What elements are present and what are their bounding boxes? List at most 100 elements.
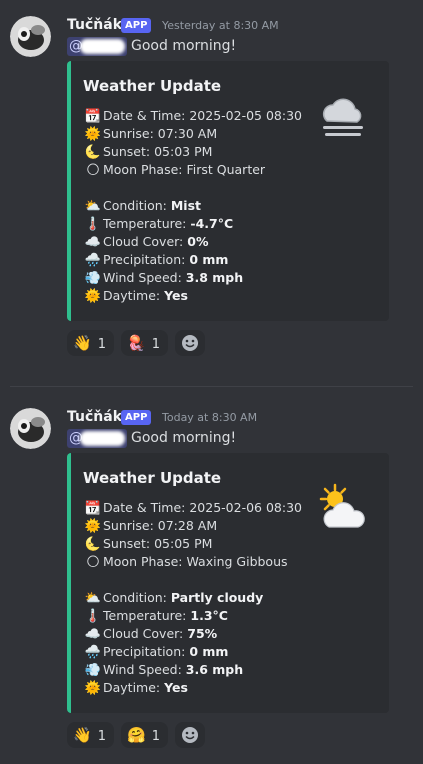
reaction-count: 1: [97, 729, 106, 744]
info-line-temperature: 🌡️ Temperature: -4.7°C: [83, 215, 233, 233]
message-1: Tučňák APP Yesterday at 8:30 AM @ Good m…: [0, 0, 423, 386]
waving-hand-icon: 👋: [73, 334, 92, 352]
line-value: Mist: [170, 198, 201, 213]
author-name[interactable]: Tučňák: [67, 408, 122, 426]
thermometer-icon: 🌡️: [84, 217, 102, 232]
line-label: Date & Time:: [103, 108, 190, 123]
info-line-daytime: 🌞 Daytime: Yes: [83, 679, 188, 697]
line-label: Sunset:: [103, 536, 155, 551]
line-label: Cloud Cover:: [103, 234, 188, 249]
jellyfish-icon: 🪼: [127, 334, 146, 352]
add-reaction-button[interactable]: [175, 330, 205, 356]
line-value: 07:28 AM: [157, 518, 218, 533]
smiley-icon: [182, 727, 198, 743]
sun-icon: 🌞: [84, 289, 102, 304]
info-line-datetime: 📆 Date & Time: 2025-02-05 08:30: [83, 107, 302, 125]
moon-icon: 🌜: [84, 145, 102, 160]
user-mention[interactable]: @: [67, 37, 127, 56]
embed-title: Weather Update: [83, 77, 222, 95]
reaction-count: 1: [97, 337, 106, 352]
redacted-username: [80, 431, 125, 446]
reaction-wave[interactable]: 👋 1: [67, 330, 114, 356]
info-line-datetime: 📆 Date & Time: 2025-02-06 08:30: [83, 499, 302, 517]
line-value: Yes: [164, 680, 188, 695]
thermometer-icon: 🌡️: [84, 609, 102, 624]
info-line-cloud-cover: ☁️ Cloud Cover: 75%: [83, 625, 217, 643]
line-label: Wind Speed:: [103, 662, 186, 677]
sun-icon: 🌞: [84, 681, 102, 696]
line-label: Cloud Cover:: [103, 626, 188, 641]
sun-icon: 🌞: [84, 519, 102, 534]
line-label: Temperature:: [103, 216, 191, 231]
rain-cloud-icon: 🌧️: [84, 645, 102, 660]
avatar[interactable]: [10, 408, 51, 449]
info-line-sunrise: 🌞 Sunrise: 07:28 AM: [83, 517, 217, 535]
line-value: 0 mm: [189, 644, 229, 659]
line-value: 05:03 PM: [154, 144, 213, 159]
moon-icon: 🌜: [84, 537, 102, 552]
sun-icon: 🌞: [84, 127, 102, 142]
rain-cloud-icon: 🌧️: [84, 253, 102, 268]
wind-icon: 💨: [84, 663, 102, 678]
info-line-sunset: 🌜 Sunset: 05:03 PM: [83, 143, 213, 161]
line-label: Wind Speed:: [103, 270, 186, 285]
cloud-icon: ☁️: [84, 235, 102, 250]
info-line-condition: ⛅ Condition: Partly cloudy: [83, 589, 263, 607]
smiley-icon: [182, 335, 198, 351]
line-label: Daytime:: [103, 680, 165, 695]
info-line-precipitation: 🌧️ Precipitation: 0 mm: [83, 251, 229, 269]
line-value: Yes: [164, 288, 188, 303]
reaction-count: 1: [151, 729, 160, 744]
line-value: 3.6 mph: [185, 662, 244, 677]
partly-cloudy-icon: ⛅: [84, 199, 102, 214]
timestamp[interactable]: Today at 8:30 AM: [162, 409, 257, 427]
line-label: Precipitation:: [103, 252, 190, 267]
line-value: -4.7°C: [190, 216, 234, 231]
line-value: 0%: [187, 234, 209, 249]
fog-cloud-icon: [315, 89, 371, 145]
line-label: Moon Phase:: [103, 162, 187, 177]
reaction-wave[interactable]: 👋 1: [67, 722, 114, 748]
full-moon-icon: 🌕: [86, 163, 100, 178]
avatar[interactable]: [10, 16, 51, 57]
partly-cloudy-icon: ⛅: [84, 591, 102, 606]
wind-icon: 💨: [84, 271, 102, 286]
message-text: Good morning!: [131, 38, 237, 54]
line-value: 75%: [187, 626, 218, 641]
info-line-wind-speed: 💨 Wind Speed: 3.8 mph: [83, 269, 243, 287]
app-badge: APP: [121, 18, 152, 33]
full-moon-icon: 🌕: [86, 555, 100, 570]
info-line-moon-phase: 🌕 Moon Phase: First Quarter: [83, 161, 265, 179]
info-line-sunset: 🌜 Sunset: 05:05 PM: [83, 535, 213, 553]
reaction-jellyfish[interactable]: 🪼 1: [121, 330, 168, 356]
app-badge: APP: [121, 410, 152, 425]
weather-embed: Weather Update 📆 Date & Time: 2025-02-06 …: [67, 453, 389, 713]
reaction-count: 1: [151, 337, 160, 352]
cloud-icon: ☁️: [84, 627, 102, 642]
line-label: Sunrise:: [103, 126, 158, 141]
line-label: Precipitation:: [103, 644, 190, 659]
line-label: Sunset:: [103, 144, 155, 159]
add-reaction-button[interactable]: [175, 722, 205, 748]
line-value: 2025-02-06 08:30: [189, 500, 302, 515]
info-line-cloud-cover: ☁️ Cloud Cover: 0%: [83, 233, 209, 251]
calendar-icon: 📆: [84, 109, 102, 124]
reaction-hug[interactable]: 🤗 1: [121, 722, 168, 748]
info-line-precipitation: 🌧️ Precipitation: 0 mm: [83, 643, 229, 661]
line-value: 07:30 AM: [157, 126, 218, 141]
line-label: Condition:: [103, 590, 171, 605]
embed-title: Weather Update: [83, 469, 222, 487]
timestamp[interactable]: Yesterday at 8:30 AM: [162, 17, 279, 35]
day-divider: [10, 386, 413, 387]
weather-embed: Weather Update 📆 Date & Time: 2025-02-05 …: [67, 61, 389, 321]
line-value: Partly cloudy: [170, 590, 264, 605]
redacted-username: [80, 39, 125, 54]
user-mention[interactable]: @: [67, 429, 127, 448]
info-line-sunrise: 🌞 Sunrise: 07:30 AM: [83, 125, 217, 143]
info-line-temperature: 🌡️ Temperature: 1.3°C: [83, 607, 228, 625]
hugging-face-icon: 🤗: [127, 726, 146, 744]
author-name[interactable]: Tučňák: [67, 16, 122, 34]
line-value: 2025-02-05 08:30: [189, 108, 302, 123]
line-label: Date & Time:: [103, 500, 190, 515]
message-text: Good morning!: [131, 430, 237, 446]
